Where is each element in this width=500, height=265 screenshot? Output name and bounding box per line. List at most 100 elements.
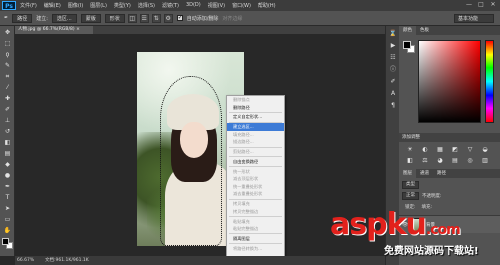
channel-mixer-icon[interactable]: ▤ xyxy=(450,157,460,165)
foreground-color-swatch[interactable] xyxy=(2,238,9,245)
menu-item-subtract-front-shape: 减去顶层形状 xyxy=(233,176,259,182)
eyedropper-tool-icon[interactable]: ⁄ xyxy=(2,83,13,92)
pen-tool-icon[interactable]: ✒ xyxy=(2,182,13,191)
menu-help[interactable]: 帮助(H) xyxy=(258,2,276,9)
levels-icon[interactable]: ◐ xyxy=(420,146,430,154)
make-selection-button[interactable]: 选区... xyxy=(51,13,77,23)
workspace-select[interactable]: 基本功能 xyxy=(454,14,494,23)
close-button[interactable]: ✕ xyxy=(489,1,497,9)
character-icon[interactable]: A xyxy=(388,89,398,98)
menu-bar: Ps 文件(F) 编辑(E) 图像(I) 图层(L) 类型(Y) 选择(S) 滤… xyxy=(0,0,500,11)
menu-item-delete-path[interactable]: 删除路径 xyxy=(227,104,284,112)
clone-stamp-tool-icon[interactable]: ⊥ xyxy=(2,116,13,125)
menu-item-paste-fill: 粘贴填充 xyxy=(233,218,250,224)
document-tab[interactable]: 人物.jpg @ 66.7%(RGB/8) × xyxy=(15,26,93,34)
pen-tool-icon[interactable]: ✒ xyxy=(4,14,8,23)
menu-edit[interactable]: 编辑(E) xyxy=(44,2,61,9)
minimize-button[interactable]: — xyxy=(465,1,473,9)
adjustments-grid: ☀ ◐ ▦ ◩ ▽ ◒ ◧ ⚖ ◕ ▤ ◎ ▥ xyxy=(399,142,500,169)
path-operations-icon[interactable]: ◫ xyxy=(127,13,137,23)
path-selection-tool-icon[interactable]: ➤ xyxy=(2,204,13,213)
tool-mode-select[interactable]: 路径 xyxy=(12,13,33,23)
watermark-tagline: 免费网站源码下载站! xyxy=(384,246,479,257)
menu-image[interactable]: 图像(I) xyxy=(68,2,83,9)
path-arrangement-icon[interactable]: ⇅ xyxy=(151,13,161,23)
menu-item-free-transform-path[interactable]: 自由变换路径 xyxy=(227,158,284,166)
menu-item-paste-stroke: 粘贴完整描边 xyxy=(233,226,259,232)
photoshop-logo: Ps xyxy=(2,1,16,10)
menu-window[interactable]: 窗口(W) xyxy=(232,2,251,9)
menu-view[interactable]: 视图(V) xyxy=(208,2,225,9)
blend-mode-select[interactable]: 正常 xyxy=(402,191,419,200)
document-info[interactable]: 文档:961.1K/961.1K xyxy=(45,256,89,265)
marquee-tool-icon[interactable]: ⬚ xyxy=(2,39,13,48)
menu-3d[interactable]: 3D(D) xyxy=(186,2,201,9)
hue-saturation-icon[interactable]: ◒ xyxy=(480,146,490,154)
info-icon[interactable]: ⓘ xyxy=(388,65,398,74)
type-tool-icon[interactable]: T xyxy=(2,193,13,202)
crop-tool-icon[interactable]: ⌗ xyxy=(2,72,13,81)
hue-slider[interactable] xyxy=(485,40,494,123)
color-balance-icon[interactable]: ◧ xyxy=(405,157,415,165)
black-white-icon[interactable]: ⚖ xyxy=(420,157,430,165)
color-lookup-icon[interactable]: ◎ xyxy=(465,157,475,165)
site-watermark: aspku.com 免费网站源码下载站! xyxy=(330,208,500,265)
blur-tool-icon[interactable]: ◆ xyxy=(2,160,13,169)
lasso-tool-icon[interactable]: ϙ xyxy=(2,50,13,59)
move-tool-icon[interactable]: ✥ xyxy=(2,28,13,37)
menu-layer[interactable]: 图层(L) xyxy=(90,2,107,9)
path-alignment-icon[interactable]: ☰ xyxy=(139,13,149,23)
auto-add-delete-checkbox[interactable] xyxy=(176,14,183,21)
menu-item-copy-stroke: 拷贝完整描边 xyxy=(233,208,259,214)
gear-icon[interactable]: ⚙ xyxy=(163,13,173,23)
menu-item-intersect-shapes: 统一重叠处形状 xyxy=(233,183,263,189)
menu-item-delete-anchor: 删除锚点 xyxy=(233,97,250,102)
menu-item-make-selection[interactable]: 建立选区... xyxy=(227,123,284,131)
eraser-tool-icon[interactable]: ◧ xyxy=(2,138,13,147)
vibrance-icon[interactable]: ▽ xyxy=(465,146,475,154)
gradient-map-icon[interactable]: ▥ xyxy=(480,157,490,165)
gradient-tool-icon[interactable]: ▤ xyxy=(2,149,13,158)
menu-item-isolate-layers[interactable]: 隔离图层 xyxy=(227,235,284,243)
history-brush-tool-icon[interactable]: ↺ xyxy=(2,127,13,136)
menu-type[interactable]: 类型(Y) xyxy=(114,2,131,9)
make-label: 建立: xyxy=(36,15,48,22)
make-shape-button[interactable]: 形状 xyxy=(104,13,125,23)
brush-presets-icon[interactable]: ✐ xyxy=(388,77,398,86)
healing-brush-tool-icon[interactable]: ✚ xyxy=(2,94,13,103)
menu-filter[interactable]: 滤镜(T) xyxy=(162,2,179,9)
dodge-tool-icon[interactable]: ● xyxy=(2,171,13,180)
zoom-level[interactable]: 66.67% xyxy=(17,256,34,265)
photo-filter-icon[interactable]: ◕ xyxy=(435,157,445,165)
properties-icon[interactable]: ☷ xyxy=(388,53,398,62)
menu-file[interactable]: 文件(F) xyxy=(20,2,37,9)
menu-item-exclude-overlap: 减去重叠处形状 xyxy=(233,191,263,197)
actions-icon[interactable]: ▶ xyxy=(388,41,398,50)
window-controls: — □ ✕ xyxy=(465,1,497,9)
tab-swatches[interactable]: 色板 xyxy=(416,26,433,35)
menu-item-define-custom-shape[interactable]: 定义自定形状... xyxy=(227,113,284,121)
maximize-button[interactable]: □ xyxy=(477,1,485,9)
shape-tool-icon[interactable]: ▭ xyxy=(2,215,13,224)
history-icon[interactable]: ⌛ xyxy=(388,29,398,38)
tab-channels[interactable]: 通道 xyxy=(416,169,433,178)
align-edges-label: 对齐边缘 xyxy=(222,15,243,22)
adjustments-title: 添加调整 xyxy=(399,133,500,142)
brightness-contrast-icon[interactable]: ☀ xyxy=(405,146,415,154)
context-menu: 删除锚点 删除路径 定义自定形状... 建立选区... 填充路径... 描边路径… xyxy=(226,95,285,265)
hand-tool-icon[interactable]: ✋ xyxy=(2,226,13,235)
foreground-color-chip[interactable] xyxy=(403,41,411,49)
paragraph-icon[interactable]: ¶ xyxy=(388,101,398,110)
quick-select-tool-icon[interactable]: ✎ xyxy=(2,61,13,70)
tools-panel: ✥ ⬚ ϙ ✎ ⌗ ⁄ ✚ ✐ ⊥ ↺ ◧ ▤ ◆ ● ✒ T ➤ ▭ ✋ ⚲ xyxy=(0,26,15,256)
brush-tool-icon[interactable]: ✐ xyxy=(2,105,13,114)
menu-select[interactable]: 选择(S) xyxy=(138,2,155,9)
tab-color[interactable]: 颜色 xyxy=(399,26,416,35)
make-mask-button[interactable]: 蒙版 xyxy=(80,13,101,23)
tab-layers[interactable]: 图层 xyxy=(399,169,416,178)
layer-kind-filter[interactable]: 类型 xyxy=(402,180,419,189)
curves-icon[interactable]: ▦ xyxy=(435,146,445,154)
exposure-icon[interactable]: ◩ xyxy=(450,146,460,154)
tab-paths[interactable]: 路径 xyxy=(433,169,450,178)
color-picker-field[interactable] xyxy=(418,40,481,123)
